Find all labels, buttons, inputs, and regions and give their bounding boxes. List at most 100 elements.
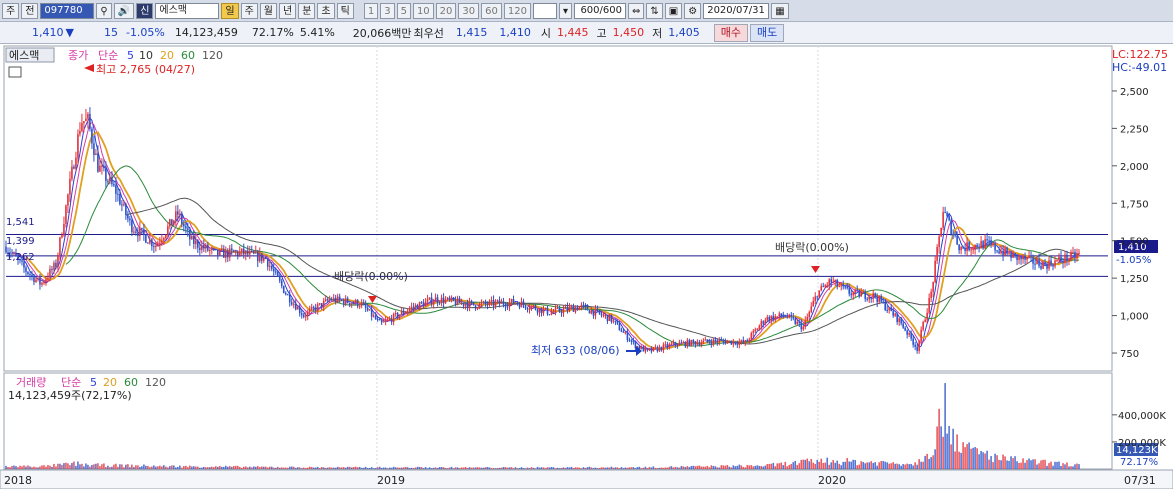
volume-bar: [1036, 464, 1038, 469]
candle-body: [994, 243, 996, 251]
candle-body: [502, 301, 505, 305]
interval-20[interactable]: 20: [435, 2, 457, 19]
volume-bar: [372, 468, 375, 469]
candle-body: [290, 302, 293, 305]
volume-bar: [634, 468, 637, 469]
sell-button[interactable]: 매도: [750, 23, 785, 42]
volume-bar: [476, 467, 479, 469]
period-month[interactable]: 월: [259, 2, 277, 19]
volume-bar: [49, 465, 51, 469]
volume-bar: [454, 467, 457, 469]
period-year[interactable]: 년: [279, 2, 297, 19]
volume-bar: [43, 465, 45, 469]
volume-bar: [618, 468, 621, 469]
candle-body: [314, 307, 317, 311]
interval-30[interactable]: 30: [458, 2, 480, 19]
period-second[interactable]: 초: [317, 2, 335, 19]
volume-bar: [544, 468, 547, 469]
candle-body: [912, 338, 914, 345]
volume-bar: [576, 467, 579, 469]
speaker-icon[interactable]: 🔊: [113, 2, 135, 19]
search-icon[interactable]: ⚲: [96, 2, 112, 19]
candle-body: [472, 301, 475, 306]
candle-body: [133, 231, 135, 233]
arrows-icon[interactable]: ⇔: [628, 2, 645, 19]
volume-bar: [452, 468, 455, 469]
candle-body: [592, 310, 595, 316]
volume-bar: [386, 468, 389, 469]
volume-bar: [470, 467, 473, 469]
candle-body: [528, 308, 531, 310]
interval-1[interactable]: 1: [363, 2, 379, 19]
save-icon[interactable]: ▣: [664, 2, 683, 19]
period-tick[interactable]: 틱: [336, 2, 354, 19]
volume-bar: [572, 468, 575, 469]
candle-body: [420, 302, 423, 304]
volume-bar: [1064, 464, 1066, 469]
date-input[interactable]: 2020/07/31: [703, 2, 770, 19]
interval-120[interactable]: 120: [503, 2, 531, 19]
candle-body: [386, 319, 389, 321]
interval-5[interactable]: 5: [396, 2, 411, 19]
interval-10[interactable]: 10: [412, 2, 434, 19]
market-select[interactable]: 주: [2, 2, 20, 19]
grid-toggle-icon[interactable]: [8, 66, 22, 78]
volume-bar: [678, 467, 681, 469]
candle-body: [524, 304, 527, 309]
volume-bar: [710, 465, 713, 469]
interval-60[interactable]: 60: [481, 2, 502, 19]
period-week[interactable]: 주: [240, 2, 258, 19]
period-day[interactable]: 일: [221, 2, 239, 19]
count-input[interactable]: 600/600: [574, 2, 626, 19]
period-minute[interactable]: 분: [298, 2, 316, 19]
legend-ma20: 20: [160, 49, 174, 62]
candle-body: [548, 314, 551, 316]
volume-bar: [294, 467, 297, 469]
candle-body: [139, 227, 141, 237]
candle-body: [207, 244, 209, 251]
chevron-down-icon[interactable]: ▾: [558, 2, 572, 19]
volume-bar: [690, 466, 693, 469]
volume-bar: [141, 466, 143, 469]
chart-tool-icon[interactable]: ⇅: [646, 2, 663, 19]
candle-body: [656, 347, 659, 352]
volume-legend-ma60: 60: [124, 376, 138, 389]
volume-bar: [280, 467, 283, 469]
volume-bar: [364, 466, 367, 469]
candle-body: [794, 318, 797, 325]
volume-bar: [430, 468, 433, 469]
volume-bar: [27, 465, 29, 469]
stock-code-input[interactable]: 097780: [40, 2, 95, 19]
candle-body: [738, 341, 741, 345]
interval-3[interactable]: 3: [380, 2, 395, 19]
prev-button[interactable]: 전: [21, 2, 39, 19]
candle-body: [564, 306, 567, 309]
volume-bar: [306, 467, 309, 469]
candle-body: [800, 322, 803, 330]
candle-body: [1010, 252, 1012, 258]
candle-body: [262, 257, 265, 261]
interval-custom-input[interactable]: [532, 2, 557, 19]
candle-body: [326, 299, 329, 301]
volume-bar: [596, 468, 599, 469]
candle-body: [852, 292, 855, 296]
volume-bar: [5, 465, 7, 469]
volume-bar: [1054, 461, 1056, 469]
volume-bar: [1030, 460, 1032, 469]
stock-name-field[interactable]: 에스맥: [155, 2, 220, 19]
volume-bar: [392, 466, 395, 469]
volume-bar: [834, 462, 837, 469]
volume-bar: [676, 467, 679, 469]
gear-icon[interactable]: ⚙: [684, 2, 702, 19]
candle-body: [998, 251, 1000, 254]
candle-body: [312, 307, 315, 309]
candle-body: [886, 310, 888, 312]
candle-body: [67, 194, 69, 206]
buy-button[interactable]: 매수: [713, 23, 749, 42]
calendar-icon[interactable]: ▦: [771, 2, 789, 19]
volume-bar: [370, 467, 373, 469]
stock-chart[interactable]: 에스맥 종가 단순 5 10 20 60 120 LC:122.75 HC:-4…: [0, 44, 1173, 489]
candle-body: [946, 212, 948, 217]
volume-bar: [606, 467, 609, 469]
price-tick-label: 2,000: [1120, 162, 1149, 173]
